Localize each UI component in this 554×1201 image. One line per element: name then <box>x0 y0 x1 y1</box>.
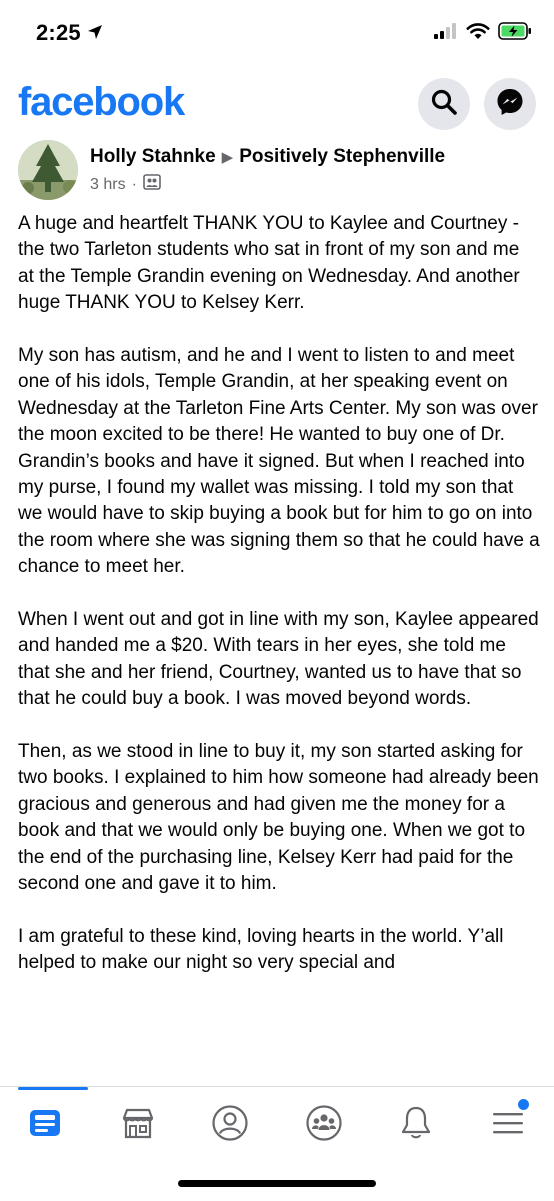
tab-menu[interactable] <box>478 1095 538 1155</box>
profile-icon <box>211 1104 249 1147</box>
messenger-button[interactable] <box>484 78 536 130</box>
post-header: Holly Stahnke ▶ Positively Stephenville 3 … <box>18 140 538 204</box>
location-arrow-icon <box>87 20 103 46</box>
marketplace-icon <box>120 1105 156 1146</box>
post-paragraph: My son has autism, and he and I went to … <box>18 345 540 578</box>
menu-icon <box>490 1108 526 1143</box>
wifi-icon <box>466 22 490 45</box>
status-bar: 2:25 <box>0 0 554 70</box>
post-paragraph: When I went out and got in line with my … <box>18 609 539 710</box>
status-time: 2:25 <box>36 20 81 45</box>
tab-news-feed[interactable] <box>15 1095 75 1155</box>
messenger-icon <box>495 87 525 122</box>
author-name[interactable]: Holly Stahnke <box>90 146 216 167</box>
post-text: A huge and heartfelt THANK YOU to Kaylee… <box>18 211 540 977</box>
active-tab-indicator <box>18 1087 88 1090</box>
search-icon <box>430 88 458 121</box>
search-button[interactable] <box>418 78 470 130</box>
post-paragraph: Then, as we stood in line to buy it, my … <box>18 741 539 895</box>
status-icons <box>434 22 532 45</box>
post-meta: 3 hrs · <box>90 174 161 195</box>
tab-profile[interactable] <box>200 1095 260 1155</box>
menu-badge <box>516 1097 531 1112</box>
tab-notifications[interactable] <box>386 1095 446 1155</box>
groups-icon <box>305 1104 343 1147</box>
tab-groups[interactable] <box>294 1095 354 1155</box>
home-indicator <box>178 1180 376 1187</box>
status-time-group: 2:25 <box>36 20 103 46</box>
post-paragraph: A huge and heartfelt THANK YOU to Kaylee… <box>18 213 520 314</box>
tab-marketplace[interactable] <box>108 1095 168 1155</box>
group-icon <box>143 174 161 195</box>
avatar[interactable] <box>18 140 78 200</box>
meta-separator: · <box>131 175 137 193</box>
arrow-right-icon: ▶ <box>221 149 234 166</box>
notifications-icon <box>398 1104 434 1147</box>
cellular-signal-icon <box>434 23 458 44</box>
news-feed-icon <box>28 1106 62 1145</box>
post-time[interactable]: 3 hrs <box>90 176 126 194</box>
app-header: facebook <box>0 76 554 136</box>
facebook-logo[interactable]: facebook <box>18 80 185 125</box>
post-paragraph: I am grateful to these kind, loving hear… <box>18 925 504 974</box>
group-name[interactable]: Positively Stephenville <box>239 146 445 167</box>
battery-charging-icon <box>498 22 532 45</box>
post-author-line: Holly Stahnke ▶ Positively Stephenville <box>90 146 445 168</box>
